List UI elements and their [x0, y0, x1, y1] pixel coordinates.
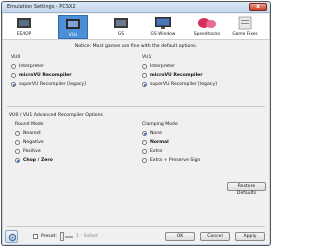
settings-tab-bar: EE/IOP VUs GS GS Window Speedhacks Game …	[3, 14, 269, 40]
checkbox[interactable]	[33, 234, 38, 239]
tab-speedhacks[interactable]: Speedhacks	[192, 15, 222, 39]
tab-label: Speedhacks	[193, 32, 221, 37]
presets-label: Preset:	[41, 234, 57, 239]
chip-icon	[17, 18, 31, 28]
game-fixes-icon	[238, 16, 252, 30]
clamping-mode-none[interactable]: None	[142, 131, 162, 136]
round-mode-chop-zero[interactable]: Chop / Zero	[15, 158, 53, 163]
option-label: None	[150, 131, 162, 136]
vu0-option-microvu[interactable]: microVU Recompiler	[11, 73, 72, 78]
radio-button[interactable]	[15, 140, 20, 145]
option-label: Chop / Zero	[23, 158, 53, 163]
tab-gs[interactable]: GS	[106, 15, 136, 39]
round-mode-nearest[interactable]: Nearest	[15, 131, 41, 136]
option-label: superVU Recompiler [legacy]	[150, 82, 217, 87]
radio-button-selected[interactable]	[142, 82, 147, 87]
tab-game-fixes[interactable]: Game Fixes	[230, 15, 260, 39]
vu-chip-icon	[66, 19, 80, 29]
clamping-mode-extra[interactable]: Extra	[142, 149, 162, 154]
clamping-mode-normal[interactable]: Normal	[142, 140, 169, 145]
restore-defaults-button[interactable]: Restore Defaults	[227, 182, 266, 196]
emulation-settings-window: Emulation Settings - PCSX2 x EE/IOP VUs …	[1, 1, 271, 246]
preset-slider-track[interactable]	[65, 236, 73, 238]
radio-button[interactable]	[142, 158, 147, 163]
option-label: Extra + Preserve Sign	[150, 158, 201, 163]
window-title: Emulation Settings - PCSX2	[7, 4, 76, 10]
radio-button[interactable]	[11, 73, 16, 78]
notice-text: Notice: Most games are fine with the def…	[74, 44, 198, 49]
apply-button[interactable]: Apply	[235, 232, 265, 241]
vu1-option-supervu[interactable]: superVU Recompiler [legacy]	[142, 82, 217, 87]
radio-button[interactable]	[142, 140, 147, 145]
vu1-option-interpreter[interactable]: Interpreter	[142, 64, 175, 69]
vu0-option-interpreter[interactable]: Interpreter	[11, 64, 44, 69]
preset-value-label: 1 - Safest	[76, 234, 98, 239]
section-divider	[7, 106, 265, 107]
tab-label: EE/IOP	[16, 32, 32, 37]
radio-button[interactable]	[142, 149, 147, 154]
radio-button-selected[interactable]	[15, 158, 20, 163]
option-label: superVU Recompiler [legacy]	[19, 82, 86, 87]
radio-button[interactable]	[15, 149, 20, 154]
vu0-group-label: VU0	[11, 55, 21, 60]
round-mode-label: Round Mode	[15, 122, 44, 127]
radio-button-selected[interactable]	[142, 131, 147, 136]
clamping-mode-label: Clamping Mode	[142, 122, 178, 127]
option-label: Positive	[23, 149, 41, 154]
round-mode-positive[interactable]: Positive	[15, 149, 41, 154]
footer-divider	[7, 226, 265, 227]
gs-chip-icon	[114, 18, 128, 28]
tab-label: VUs	[68, 33, 78, 38]
vu1-group-label: VU1	[142, 55, 152, 60]
option-label: Interpreter	[150, 64, 175, 69]
advanced-options-label: VU0 / VU1 Advanced Recompiler Options	[9, 113, 103, 118]
dialog-footer: Preset: 1 - Safest OK Cancel Apply	[2, 228, 270, 246]
tab-gs-window[interactable]: GS Window	[148, 15, 178, 39]
option-label: microVU Recompiler	[19, 73, 72, 78]
tab-label: GS Window	[150, 32, 176, 37]
speedhacks-icon	[198, 18, 216, 28]
tab-ee-iop[interactable]: EE/IOP	[9, 15, 39, 39]
preset-slider-handle[interactable]	[60, 232, 64, 241]
vu1-option-microvu[interactable]: microVU Recompiler	[142, 73, 203, 78]
title-bar[interactable]: Emulation Settings - PCSX2 x	[2, 2, 270, 13]
close-button[interactable]: x	[249, 3, 267, 11]
tab-label: GS	[117, 32, 125, 37]
option-label: Negative	[23, 140, 44, 145]
option-label: Normal	[150, 140, 169, 145]
option-label: Interpreter	[19, 64, 44, 69]
option-label: Extra	[150, 149, 163, 154]
vu0-option-supervu[interactable]: superVU Recompiler [legacy]	[11, 82, 86, 87]
monitor-icon	[155, 17, 171, 29]
radio-button[interactable]	[15, 131, 20, 136]
settings-gear-icon	[5, 230, 18, 243]
presets-checkbox[interactable]: Preset:	[33, 234, 57, 239]
radio-button-selected[interactable]	[11, 82, 16, 87]
ok-button[interactable]: OK	[165, 232, 195, 241]
radio-button[interactable]	[142, 64, 147, 69]
option-label: microVU Recompiler	[150, 73, 203, 78]
cancel-button[interactable]: Cancel	[200, 232, 230, 241]
tab-label: Game Fixes	[232, 32, 258, 37]
radio-button[interactable]	[11, 64, 16, 69]
option-label: Nearest	[23, 131, 41, 136]
clamping-mode-extra-preserve-sign[interactable]: Extra + Preserve Sign	[142, 158, 200, 163]
round-mode-negative[interactable]: Negative	[15, 140, 44, 145]
tab-vus[interactable]: VUs	[58, 15, 88, 39]
radio-button[interactable]	[142, 73, 147, 78]
